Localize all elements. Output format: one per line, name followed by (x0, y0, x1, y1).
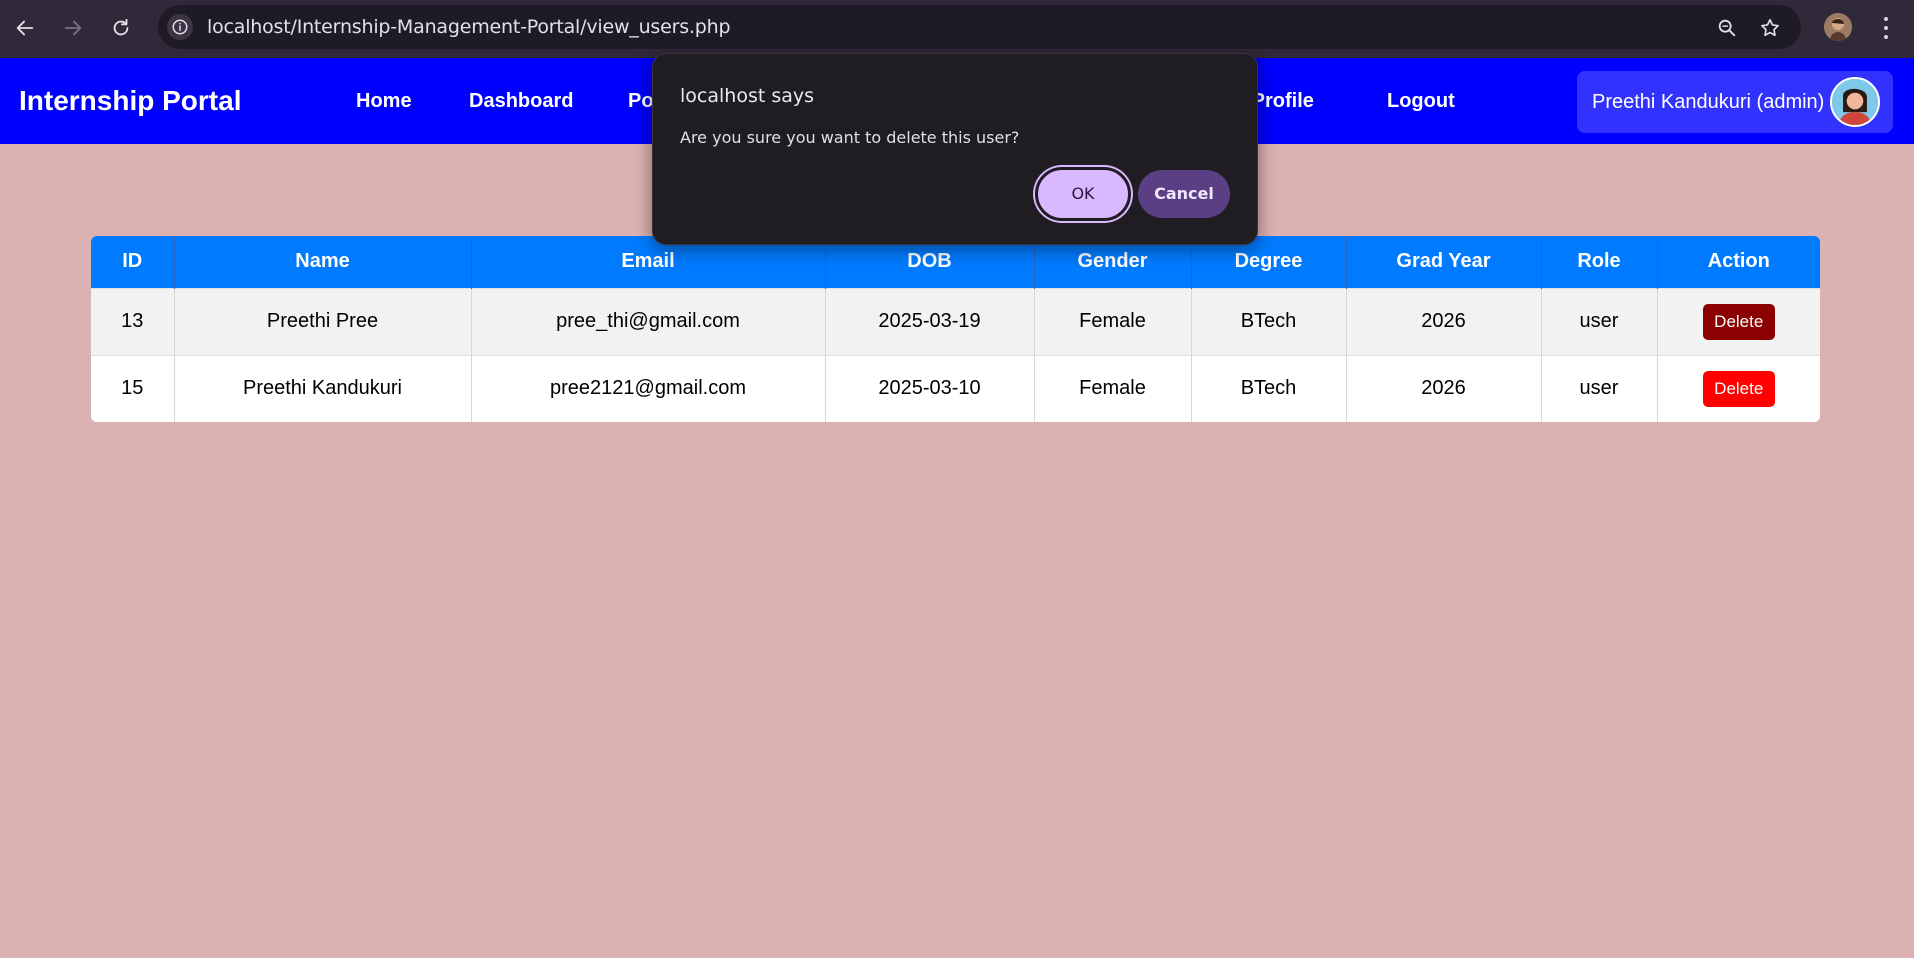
cell-role: user (1541, 354, 1658, 422)
column-header-grad-year: Grad Year (1346, 236, 1542, 288)
cell-gender: Female (1034, 287, 1192, 355)
site-info-icon[interactable] (167, 14, 193, 40)
cell-name: Preethi Kandukuri (174, 354, 472, 422)
url-text[interactable]: localhost/Internship-Management-Portal/v… (207, 5, 731, 49)
user-chip[interactable]: Preethi Kandukuri (admin) (1577, 71, 1893, 133)
cell-name: Preethi Pree (174, 287, 472, 355)
site-brand[interactable]: Internship Portal (19, 58, 241, 144)
delete-button[interactable]: Delete (1702, 370, 1775, 407)
address-bar[interactable]: localhost/Internship-Management-Portal/v… (158, 5, 1801, 49)
table-row: 15 Preethi Kandukuri pree2121@gmail.com … (91, 354, 1820, 422)
column-header-id: ID (91, 236, 175, 288)
nav-link-partial[interactable]: Po (628, 58, 654, 144)
cell-role: user (1541, 287, 1658, 355)
cancel-button[interactable]: Cancel (1138, 170, 1230, 218)
cell-gender: Female (1034, 354, 1192, 422)
cell-grad-year: 2026 (1346, 354, 1542, 422)
zoom-icon[interactable] (1716, 17, 1738, 39)
back-icon[interactable] (10, 13, 40, 43)
cell-degree: BTech (1191, 287, 1347, 355)
ok-button[interactable]: OK (1035, 167, 1131, 221)
dialog-title: localhost says (680, 85, 815, 107)
user-chip-label: Preethi Kandukuri (admin) (1592, 91, 1825, 113)
users-table: ID Name Email DOB Gender Degree Grad Yea… (91, 236, 1820, 422)
forward-icon[interactable] (58, 13, 88, 43)
browser-profile-avatar[interactable] (1824, 13, 1852, 41)
cell-action: Delete (1657, 287, 1820, 355)
cell-email: pree2121@gmail.com (471, 354, 826, 422)
cell-id: 15 (91, 354, 175, 422)
delete-button[interactable]: Delete (1702, 303, 1775, 340)
cell-dob: 2025-03-19 (825, 287, 1035, 355)
confirm-dialog: localhost says Are you sure you want to … (652, 53, 1258, 245)
cell-action: Delete (1657, 354, 1820, 422)
dialog-message: Are you sure you want to delete this use… (680, 128, 1020, 147)
table-row: 13 Preethi Pree pree_thi@gmail.com 2025-… (91, 287, 1820, 355)
browser-toolbar: localhost/Internship-Management-Portal/v… (0, 0, 1914, 58)
cell-dob: 2025-03-10 (825, 354, 1035, 422)
cell-id: 13 (91, 287, 175, 355)
user-avatar[interactable] (1830, 77, 1880, 127)
bookmark-star-icon[interactable] (1759, 17, 1781, 39)
column-header-role: Role (1541, 236, 1658, 288)
nav-link-dashboard[interactable]: Dashboard (469, 58, 573, 144)
reload-icon[interactable] (106, 13, 136, 43)
nav-link-home[interactable]: Home (356, 58, 412, 144)
browser-menu-icon[interactable] (1875, 13, 1897, 43)
column-header-name: Name (174, 236, 472, 288)
cell-email: pree_thi@gmail.com (471, 287, 826, 355)
cell-grad-year: 2026 (1346, 287, 1542, 355)
column-header-action: Action (1657, 236, 1820, 288)
cell-degree: BTech (1191, 354, 1347, 422)
nav-link-logout[interactable]: Logout (1387, 58, 1455, 144)
